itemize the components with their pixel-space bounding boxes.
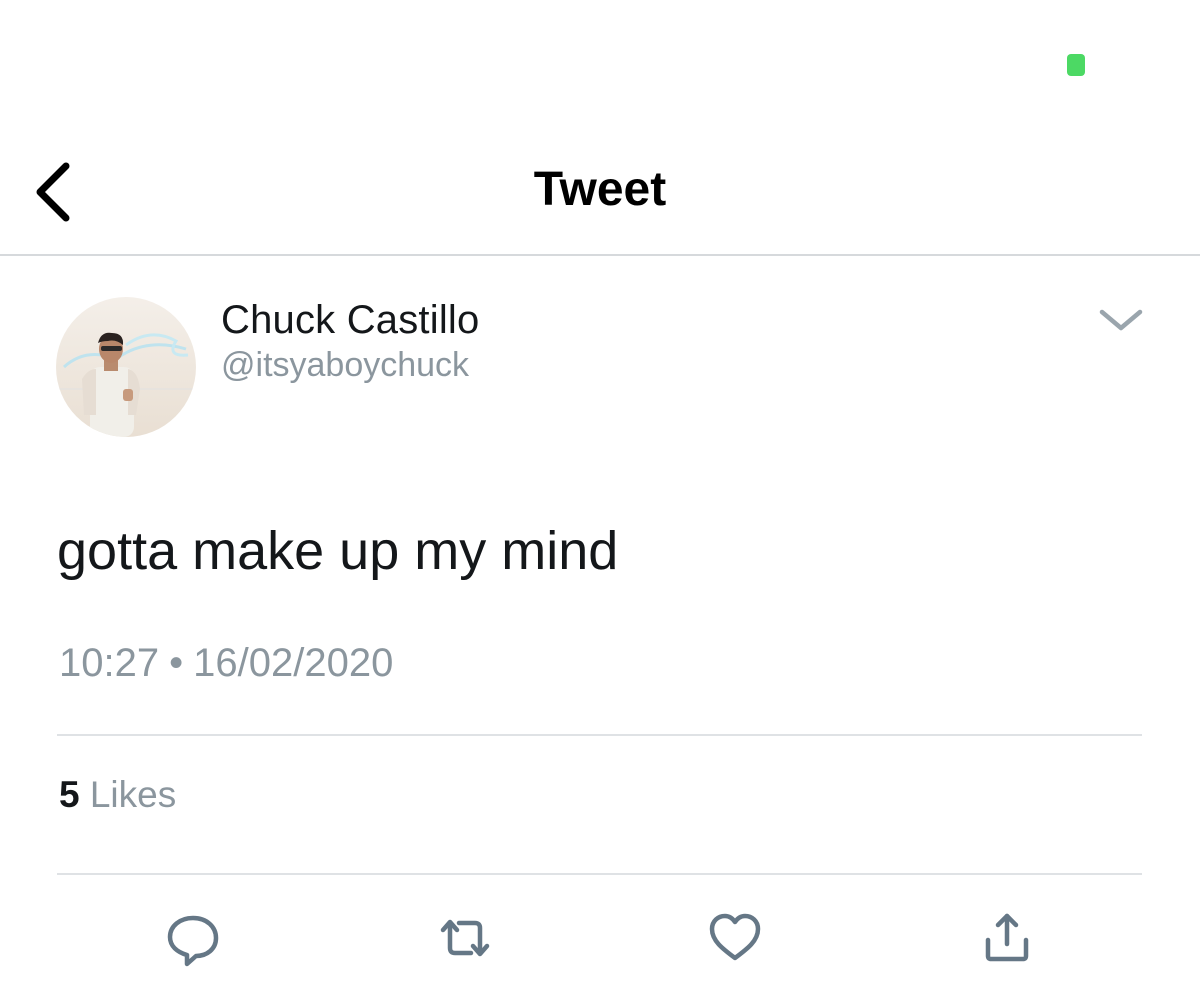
navigation-bar: Tweet — [0, 130, 1200, 256]
retweet-button[interactable] — [435, 908, 495, 968]
meta-separator: • — [169, 641, 184, 685]
tweet-options-button[interactable] — [1096, 302, 1146, 338]
author-display-name[interactable]: Chuck Castillo — [221, 296, 479, 344]
likes-label: Likes — [89, 774, 177, 815]
battery-icon — [1067, 54, 1085, 76]
share-icon — [985, 913, 1029, 962]
page-title: Tweet — [533, 163, 667, 216]
author-handle[interactable]: @itsyaboychuck — [221, 344, 469, 386]
reply-button[interactable] — [163, 908, 223, 968]
chevron-down-icon — [1099, 309, 1143, 331]
tweet-timestamp: 10:27 • 16/02/2020 — [59, 638, 393, 688]
likes-count: 5 — [59, 774, 80, 815]
avatar[interactable] — [56, 297, 196, 437]
heart-icon — [709, 913, 761, 961]
likes-summary[interactable]: 5 Likes — [59, 772, 176, 818]
retweet-icon — [440, 919, 490, 957]
like-button[interactable] — [705, 908, 765, 968]
profile-photo — [56, 297, 196, 437]
share-button[interactable] — [977, 908, 1037, 968]
divider — [57, 734, 1142, 736]
tweet-text: gotta make up my mind — [57, 521, 619, 581]
reply-icon — [167, 915, 219, 967]
divider — [57, 873, 1142, 875]
tweet-date: 16/02/2020 — [193, 641, 394, 685]
tweet-time: 10:27 — [59, 641, 160, 685]
